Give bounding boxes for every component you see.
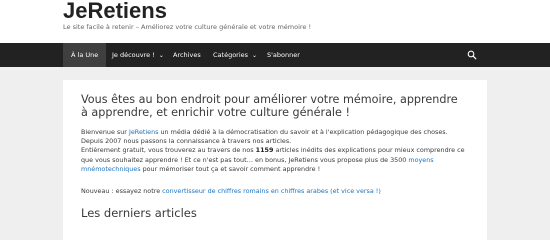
latest-articles-heading: Les derniers articles bbox=[81, 206, 197, 220]
nav-item-label: Catégories bbox=[213, 51, 249, 59]
nav-item-label: À la Une bbox=[71, 51, 99, 59]
nav-item-label: S'abonner bbox=[267, 51, 300, 59]
roman-numeral-converter-link[interactable]: convertisseur de chiffres romains en chi… bbox=[162, 187, 381, 195]
nav-item-label: Je découvre ! bbox=[112, 51, 155, 59]
nav-item-sabonner[interactable]: S'abonner bbox=[259, 43, 308, 67]
chevron-down-icon: ⌄ bbox=[158, 52, 164, 59]
hero-heading: Vous êtes au bon endroit pour améliorer … bbox=[81, 93, 458, 119]
site-title[interactable]: JeRetiens bbox=[63, 0, 167, 24]
main-content: Vous êtes au bon endroit pour améliorer … bbox=[63, 80, 487, 240]
nav-item-a-la-une[interactable]: À la Une bbox=[63, 43, 107, 67]
intro-text-part: un média dédié à la démocratisation du s… bbox=[158, 128, 448, 136]
nav-item-categories[interactable]: Catégories ⌄ bbox=[205, 43, 265, 67]
site-tagline: Le site facile à retenir – Améliorez vot… bbox=[63, 23, 312, 31]
nav-item-je-decouvre[interactable]: Je découvre ! ⌄ bbox=[104, 43, 172, 67]
chevron-down-icon: ⌄ bbox=[252, 52, 258, 59]
intro-text-part: pour mémoriser tout ça et savoir comment… bbox=[140, 164, 321, 173]
nav-item-archives[interactable]: Archives bbox=[165, 43, 209, 67]
jeretiens-link[interactable]: JeRetiens bbox=[129, 128, 159, 136]
intro-text-part: Depuis 2007 nous passons la connaissance… bbox=[81, 137, 292, 146]
nouveau-notice: Nouveau : essayez notre convertisseur de… bbox=[81, 187, 471, 196]
nouveau-text: Nouveau : essayez notre bbox=[81, 187, 163, 195]
main-navigation: À la Une Je découvre ! ⌄ Archives Catégor… bbox=[0, 43, 550, 67]
intro-text-part: Bienvenue sur bbox=[81, 128, 129, 136]
intro-text: Bienvenue sur JeRetiens un média dédié à… bbox=[81, 128, 471, 174]
site-header: JeRetiens Le site facile à retenir – Amé… bbox=[0, 0, 550, 43]
intro-text-part: Entièrement gratuit, vous trouverez au t… bbox=[81, 146, 256, 155]
article-count: 1159 bbox=[255, 146, 274, 155]
search-icon[interactable] bbox=[467, 50, 477, 60]
nav-item-label: Archives bbox=[173, 51, 201, 59]
